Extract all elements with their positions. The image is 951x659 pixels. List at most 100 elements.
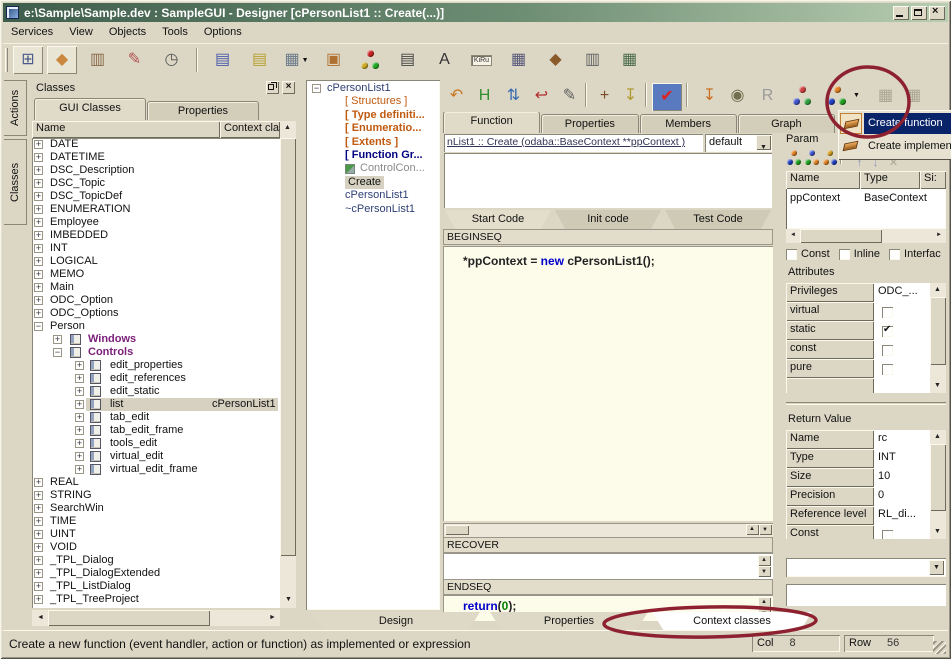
resize-grip[interactable] xyxy=(933,641,946,654)
expand-toggle-icon[interactable]: + xyxy=(34,296,43,305)
tree-item-tab-edit-frame[interactable]: +tab_edit_frame xyxy=(32,424,280,437)
checkbox[interactable] xyxy=(882,307,893,318)
member-item-cpersonlist1[interactable]: −cPersonList1 xyxy=(306,82,440,95)
code-editor-recover[interactable] xyxy=(443,553,773,579)
expand-toggle-icon[interactable]: + xyxy=(34,595,43,604)
combo-dropdown-icon[interactable] xyxy=(929,560,944,575)
window-list-icon[interactable]: ▦ xyxy=(616,47,643,73)
tree-item-list[interactable]: +listcPersonList1 xyxy=(32,398,280,411)
code-editor-main[interactable]: *ppContext = new cPersonList1(); xyxy=(443,246,773,521)
check-in-icon[interactable]: ⇅ xyxy=(500,83,527,109)
property-value[interactable] xyxy=(874,525,930,539)
dropdown-arrow-icon[interactable]: ▼ xyxy=(302,57,309,64)
print-yellow-icon[interactable]: ▤ xyxy=(246,47,273,73)
tree-item-enumeration[interactable]: +ENUMERATION xyxy=(32,203,280,216)
menu-item-tools[interactable]: Tools xyxy=(154,23,196,41)
scroll-thumb[interactable] xyxy=(800,229,882,243)
expand-toggle-icon[interactable]: + xyxy=(34,179,43,188)
class-tree-icon[interactable]: ⊞ xyxy=(13,46,43,74)
close-button[interactable]: × xyxy=(929,6,945,20)
edit-document-icon[interactable]: ✎ xyxy=(121,47,148,73)
library-icon[interactable]: ▥ xyxy=(84,47,111,73)
tree-item-string[interactable]: +STRING xyxy=(32,489,280,502)
member-item-cpersonlist1[interactable]: ~cPersonList1 xyxy=(306,203,440,216)
checkbox[interactable] xyxy=(882,345,893,356)
expand-toggle-icon[interactable]: + xyxy=(53,335,62,344)
bottom-tab-context-classes[interactable]: Context classes xyxy=(652,612,812,631)
member-item-controlcon[interactable]: ControlCon... xyxy=(306,162,440,175)
tree-item-person[interactable]: −Person xyxy=(32,320,280,333)
param-cell[interactable]: ppContext xyxy=(790,192,840,204)
checkbox[interactable] xyxy=(882,364,893,375)
expand-toggle-icon[interactable]: − xyxy=(53,348,62,357)
menu-item-services[interactable]: Services xyxy=(3,23,61,41)
param-column-si[interactable]: Si: xyxy=(920,171,946,189)
tree-item-odc-options[interactable]: +ODC_Options xyxy=(32,307,280,320)
tree-item-dsc-topic[interactable]: +DSC_Topic xyxy=(32,177,280,190)
tree-item-dsc-topicdef[interactable]: +DSC_TopicDef xyxy=(32,190,280,203)
expand-toggle-icon[interactable]: + xyxy=(34,140,43,149)
tree-item-void[interactable]: +VOID xyxy=(32,541,280,554)
scroll-mini-down[interactable] xyxy=(758,566,771,577)
checkbox[interactable] xyxy=(889,249,900,260)
tree-item-windows[interactable]: +Windows xyxy=(32,333,280,346)
tree-item-memo[interactable]: +MEMO xyxy=(32,268,280,281)
expand-toggle-icon[interactable]: + xyxy=(75,413,84,422)
property-value[interactable]: ODC_... xyxy=(874,283,930,302)
tree-item-tpl-treeproject[interactable]: +_TPL_TreeProject xyxy=(32,593,280,606)
combo-dropdown-icon[interactable] xyxy=(756,135,771,150)
column-header-name[interactable]: Name xyxy=(32,121,220,138)
scroll-mini-up[interactable] xyxy=(746,524,759,535)
property-value[interactable]: 10 xyxy=(874,468,930,487)
property-value[interactable] xyxy=(874,378,930,393)
minimize-button[interactable] xyxy=(893,6,909,20)
table-view-icon[interactable]: ▦ xyxy=(505,47,532,73)
scroll-thumb[interactable] xyxy=(930,444,946,511)
scroll-mini-up[interactable] xyxy=(758,597,771,608)
tree-item-dsc-description[interactable]: +DSC_Description xyxy=(32,164,280,177)
code-tab-init-code[interactable]: Init code xyxy=(555,210,661,229)
table-vscrollbar[interactable] xyxy=(930,283,946,393)
menu-item-create-function[interactable]: Create function xyxy=(840,112,951,135)
property-value[interactable]: 0 xyxy=(874,487,930,506)
property-value[interactable] xyxy=(874,340,930,359)
expand-toggle-icon[interactable]: + xyxy=(34,582,43,591)
history-clock-icon[interactable]: ◷ xyxy=(158,47,185,73)
server-icon[interactable]: ▥ xyxy=(579,47,606,73)
tree-item-logical[interactable]: +LOGICAL xyxy=(32,255,280,268)
tab-properties[interactable]: Properties xyxy=(147,101,259,120)
expand-toggle-icon[interactable]: + xyxy=(34,244,43,253)
column-header-context-class[interactable]: Context class xyxy=(220,121,280,138)
eraser-icon[interactable]: ◆ xyxy=(47,46,77,74)
tree-item-tpl-dialog[interactable]: +_TPL_Dialog xyxy=(32,554,280,567)
table-vscrollbar[interactable] xyxy=(930,430,946,539)
form-editor-icon[interactable]: ▦▼ xyxy=(283,47,310,73)
expand-toggle-icon[interactable]: + xyxy=(75,400,84,409)
image-export-icon[interactable]: ▣ xyxy=(320,47,347,73)
scroll-thumb[interactable] xyxy=(445,525,469,535)
tab-function[interactable]: Function xyxy=(443,112,540,133)
member-item-structures[interactable]: [ Structures ] xyxy=(306,95,440,108)
tree-item-int[interactable]: +INT xyxy=(32,242,280,255)
checkbox[interactable] xyxy=(839,249,850,260)
save-check-icon[interactable]: ✔ xyxy=(652,83,682,111)
disabled-tool-icon-1[interactable]: ▦ xyxy=(872,83,899,109)
bottom-tab-design[interactable]: Design xyxy=(312,612,480,631)
menu-item-objects[interactable]: Objects xyxy=(101,23,154,41)
expand-toggle-icon[interactable]: + xyxy=(75,465,84,474)
expand-toggle-icon[interactable]: + xyxy=(34,231,43,240)
expand-toggle-icon[interactable]: + xyxy=(34,218,43,227)
tree-item-uint[interactable]: +UINT xyxy=(32,528,280,541)
kiru-text-icon[interactable]: KiRu xyxy=(468,47,495,73)
toolbar-grip[interactable] xyxy=(5,48,8,72)
tab-properties[interactable]: Properties xyxy=(541,114,638,133)
dock-tab-actions[interactable]: Actions xyxy=(4,80,27,136)
tree-item-tpl-listdialog[interactable]: +_TPL_ListDialog xyxy=(32,580,280,593)
expand-toggle-icon[interactable]: + xyxy=(34,504,43,513)
member-item-create[interactable]: Create xyxy=(306,176,440,189)
close-panel-button[interactable]: × xyxy=(282,81,295,94)
expand-toggle-icon[interactable]: + xyxy=(34,569,43,578)
font-icon[interactable]: A xyxy=(431,47,458,73)
report-list-icon[interactable]: ▤ xyxy=(394,47,421,73)
expand-toggle-icon[interactable]: + xyxy=(75,426,84,435)
